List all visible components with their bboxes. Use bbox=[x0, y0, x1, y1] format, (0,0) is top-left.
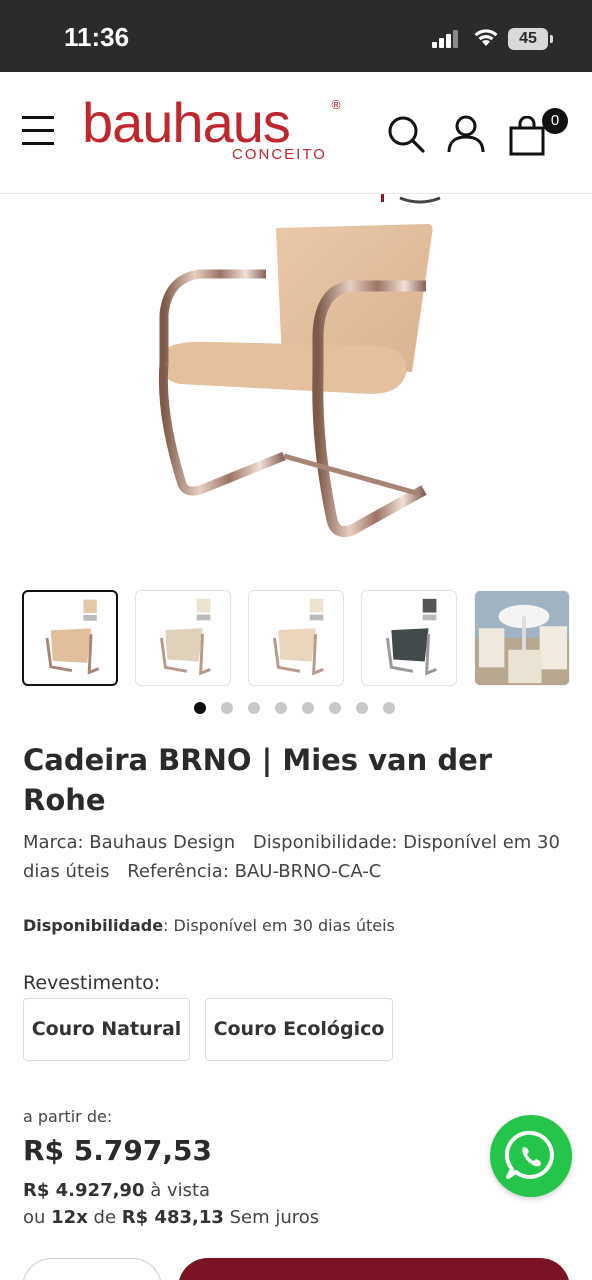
cash-price: R$ 4.927,90 bbox=[23, 1180, 145, 1201]
logo-subtitle: CONCEITO bbox=[232, 146, 327, 163]
installments-suffix: Sem juros bbox=[223, 1207, 320, 1228]
installment-value: R$ 483,13 bbox=[121, 1207, 224, 1228]
product-title: Cadeira BRNO | Mies van der Rohe bbox=[23, 743, 493, 817]
availability-label: Disponibilidade bbox=[23, 916, 164, 935]
thumbnail-strip bbox=[22, 590, 582, 688]
pagination-dot[interactable] bbox=[383, 702, 395, 714]
thumbnail-4[interactable] bbox=[361, 590, 457, 686]
pagination-dot[interactable] bbox=[248, 702, 260, 714]
product-meta: Marca: Bauhaus Design Disponibilidade: D… bbox=[23, 828, 573, 886]
user-icon[interactable] bbox=[446, 114, 486, 154]
status-bar: 11:36 45 bbox=[0, 0, 592, 72]
pagination-dot[interactable] bbox=[194, 702, 206, 714]
product-main-image[interactable] bbox=[0, 194, 592, 574]
installments-count: 12x bbox=[51, 1207, 88, 1228]
cash-price-line: R$ 4.927,90 à vista bbox=[23, 1180, 210, 1201]
product-price: R$ 5.797,53 bbox=[23, 1134, 212, 1167]
add-to-cart-button[interactable] bbox=[178, 1258, 570, 1280]
availability-line: Disponibilidade: Disponível em 30 dias ú… bbox=[23, 916, 395, 935]
wifi-icon bbox=[474, 29, 498, 46]
price-from-label: a partir de: bbox=[23, 1107, 113, 1126]
status-time: 11:36 bbox=[64, 22, 130, 52]
battery-indicator: 45 bbox=[508, 28, 553, 50]
cash-suffix: à vista bbox=[144, 1180, 211, 1201]
whatsapp-button[interactable] bbox=[490, 1115, 572, 1197]
availability-value: : Disponível em 30 dias úteis bbox=[163, 916, 395, 935]
thumbnail-1[interactable] bbox=[22, 590, 118, 686]
pagination-dot[interactable] bbox=[356, 702, 368, 714]
whatsapp-icon bbox=[504, 1130, 554, 1179]
thumbnail-2[interactable] bbox=[135, 590, 231, 686]
pagination-dot[interactable] bbox=[329, 702, 341, 714]
brand-logo[interactable]: bauhaus ® CONCEITO bbox=[82, 91, 344, 168]
pagination-dot[interactable] bbox=[302, 702, 314, 714]
option-group-label: Revestimento: bbox=[23, 972, 161, 994]
installments-prefix: ou bbox=[23, 1207, 52, 1228]
installments-line: ou 12x de R$ 483,13 Sem juros bbox=[23, 1207, 319, 1228]
option-couro-natural[interactable]: Couro Natural bbox=[23, 998, 190, 1061]
signal-icon bbox=[432, 30, 462, 48]
menu-icon[interactable] bbox=[22, 116, 54, 146]
thumbnail-3[interactable] bbox=[248, 590, 344, 686]
logo-registered-mark: ® bbox=[330, 98, 342, 112]
option-couro-ecologico[interactable]: Couro Ecológico bbox=[205, 998, 393, 1061]
search-icon[interactable] bbox=[386, 114, 426, 154]
site-header: bauhaus ® CONCEITO 0 bbox=[0, 72, 592, 194]
pagination-dot[interactable] bbox=[275, 702, 287, 714]
installments-middle: de bbox=[87, 1207, 122, 1228]
chair-image bbox=[158, 194, 441, 538]
thumbnail-5[interactable] bbox=[474, 590, 570, 686]
product-reference: Referência: BAU-BRNO-CA-C bbox=[127, 861, 382, 882]
pagination-dot[interactable] bbox=[221, 702, 233, 714]
cart-count-badge: 0 bbox=[542, 108, 568, 134]
product-brand: Marca: Bauhaus Design bbox=[23, 832, 236, 853]
quantity-stepper[interactable] bbox=[22, 1258, 162, 1280]
